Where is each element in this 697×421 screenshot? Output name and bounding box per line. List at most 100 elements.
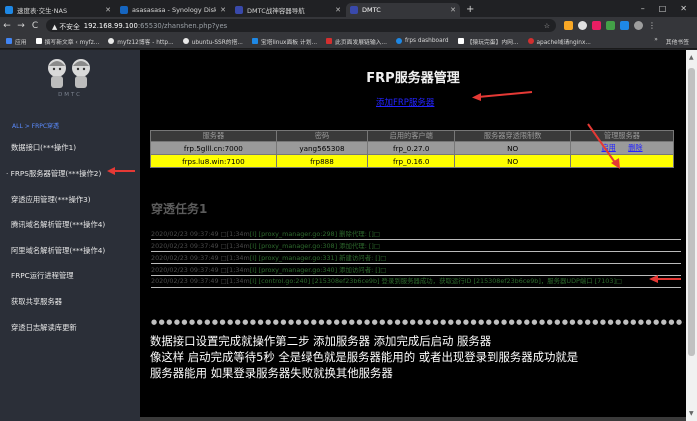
note-line: 服务器能用 如果登录服务器失败就换其他服务器 (150, 366, 393, 380)
extensions-area: ⋮ (564, 21, 656, 30)
bookmark-item[interactable]: myfz12博客 - http... (108, 37, 174, 46)
log-list: 2020/02/23 09:37:49 □[1;34m[I] [proxy_ma… (151, 228, 681, 288)
bookmark-item[interactable]: apache域请nginx... (527, 37, 591, 46)
tab-favicon-icon (235, 6, 243, 14)
note-line: 像这样 启动完成等待5秒 全是绿色就是服务器能用的 或者出现登录到服务器成功就是 (150, 350, 579, 364)
maximize-button[interactable]: □ (659, 4, 667, 13)
sidebar-item-frpc-process[interactable]: FRPC运行进程管理 (11, 271, 74, 281)
address-bar: ← → C ▲ 不安全 192.168.99.100:65530/zhanshe… (0, 17, 697, 34)
sidebar-item-data-api[interactable]: 数据接口(***操作1) (11, 143, 76, 153)
bookmark-item[interactable]: ubuntu-SSR的搭... (182, 37, 243, 46)
cell-server: frp.5glll.cn:7000 (150, 141, 277, 155)
profile-avatar[interactable] (634, 21, 643, 30)
tab-favicon-icon (350, 6, 358, 14)
col-header-client: 启用的客户端 (367, 130, 456, 142)
log-line-success: 2020/02/23 09:37:49 □[1;34m[I] [control.… (151, 276, 681, 288)
anime-logo-icon (48, 59, 90, 88)
page-content: DMTC ALL > FRPC穿透 数据接口(***操作1) · FRPS服务器… (0, 50, 697, 421)
tab-close-icon[interactable]: ✕ (220, 6, 226, 14)
bookmark-favicon-icon (527, 38, 534, 44)
main-panel: FRP服务器管理 添加FRP服务器 服务器 密码 启用的客户端 服务器穿透限制数… (140, 50, 686, 421)
cell-password: frp888 (275, 154, 369, 168)
sidebar-item-log-update[interactable]: 穿透日志解读库更新 (11, 323, 77, 333)
bookmark-item[interactable]: 应用 (6, 37, 27, 46)
breadcrumb[interactable]: ALL > FRPC穿透 (12, 121, 59, 130)
bottom-edge (140, 417, 686, 421)
other-bookmarks-folder[interactable]: 其他书签 (666, 37, 689, 46)
minimize-button[interactable]: – (641, 4, 645, 13)
bookmark-star-icon[interactable]: ☆ (544, 22, 550, 30)
browser-tab[interactable]: 速度表·交生·NAS ✕ (1, 3, 115, 17)
bookmark-item[interactable]: 【猿玩完蛋】内网... (457, 37, 519, 46)
bookmark-item[interactable]: 此页面发展链输入... (326, 37, 387, 46)
scroll-down-icon[interactable]: ▼ (689, 410, 694, 417)
sidebar-item-aliyun-dns[interactable]: 阿里域名解析管理(***操作4) (11, 246, 105, 256)
bookmarks-bar: 应用 撰写新文章 ‹ myfz... myfz12博客 - http... ub… (0, 34, 697, 49)
bookmark-favicon-icon (395, 38, 402, 44)
extension-icon[interactable] (578, 21, 587, 30)
browser-tab-active[interactable]: DMTC ✕ (346, 3, 460, 17)
menu-icon[interactable]: ⋮ (648, 21, 656, 30)
bookmark-favicon-icon (182, 38, 189, 44)
log-line: 2020/02/23 09:37:49 □[1;34m[I] [proxy_ma… (151, 228, 681, 240)
delete-server-link[interactable]: 删除 (628, 143, 642, 152)
log-line: 2020/02/23 09:37:49 □[1;34m[I] [proxy_ma… (151, 264, 681, 276)
cell-client: frp_0.16.0 (367, 154, 456, 168)
bookmark-item[interactable]: frps dashboard (395, 38, 449, 44)
bookmark-favicon-icon (326, 38, 333, 44)
url-input[interactable]: ▲ 不安全 192.168.99.100:65530/zhanshen.php?… (46, 19, 556, 32)
extension-icon[interactable] (606, 21, 615, 30)
bookmark-favicon-icon (108, 38, 115, 44)
log-line: 2020/02/23 09:37:49 □[1;34m[I] [proxy_ma… (151, 240, 681, 252)
annotation-arrow-icon (649, 275, 681, 283)
back-button[interactable]: ← (0, 21, 14, 31)
tasks-heading: 穿透任务1 (151, 202, 208, 216)
browser-tab-strip: 速度表·交生·NAS ✕ asasasasa - Synology DiskSt… (0, 0, 697, 17)
browser-tab[interactable]: DMTC战神容器导航 ✕ (231, 3, 345, 17)
tab-close-icon[interactable]: ✕ (105, 6, 111, 14)
close-window-button[interactable]: ✕ (680, 4, 687, 13)
sidebar-item-shared-servers[interactable]: 获取共享服务器 (11, 297, 62, 307)
page-scrollbar[interactable]: ▲ ▼ (686, 50, 697, 421)
note-line: 数据接口设置完成就操作第二步 添加服务器 添加完成后启动 服务器 (150, 334, 492, 348)
bookmark-favicon-icon (35, 38, 42, 44)
scrollbar-thumb[interactable] (688, 68, 695, 356)
sidebar-item-tunnel-apps[interactable]: 穿透应用管理(***操作3) (11, 195, 91, 205)
instruction-note: 数据接口设置完成就操作第二步 添加服务器 添加完成后启动 服务器 像这样 启动完… (150, 333, 680, 381)
bookmark-item[interactable]: 宝塔linux面板 计划... (251, 37, 317, 46)
dotted-divider: ●●●●●●●●●●●●●●●●●●●●●●●●●●●●●●●●●●●●●●●●… (151, 319, 684, 325)
reload-button[interactable]: C (28, 21, 42, 31)
browser-tab[interactable]: asasasasa - Synology DiskStati ✕ (116, 3, 230, 17)
tab-title: DMTC战神容器导航 (247, 7, 305, 15)
tab-close-icon[interactable]: ✕ (335, 6, 341, 14)
log-line: 2020/02/23 09:37:49 □[1;34m[I] [proxy_ma… (151, 252, 681, 264)
tab-close-icon[interactable]: ✕ (450, 6, 456, 14)
new-tab-button[interactable]: + (460, 3, 480, 17)
forward-button[interactable]: → (14, 21, 28, 31)
cell-client: frp_0.27.0 (367, 141, 456, 155)
tab-favicon-icon (5, 6, 13, 14)
cell-server: frps.lu8.win:7100 (150, 154, 277, 168)
tab-favicon-icon (120, 6, 128, 14)
url-text: 192.168.99.100:65530/zhanshen.php?yes (83, 21, 228, 30)
scroll-up-icon[interactable]: ▲ (689, 54, 694, 61)
add-server-link[interactable]: 添加FRP服务器 (376, 96, 434, 108)
tab-title: DMTC (362, 6, 381, 14)
annotation-arrow-icon (472, 91, 533, 101)
cell-limit: NO (454, 141, 572, 155)
extension-icon[interactable] (564, 21, 573, 30)
page-title: FRP服务器管理 (366, 71, 460, 86)
bookmark-favicon-icon (457, 38, 464, 44)
extension-icon[interactable] (620, 21, 629, 30)
bookmarks-more-button[interactable]: » (654, 37, 658, 46)
apps-icon (6, 38, 12, 44)
bookmark-favicon-icon (251, 38, 258, 44)
annotation-arrow-icon (107, 167, 135, 175)
sidebar-item-frps-manage[interactable]: · FRPS服务器管理(***操作2) (6, 169, 101, 179)
cell-password: yang565308 (275, 141, 369, 155)
sidebar-item-tencent-dns[interactable]: 腾讯域名解析管理(***操作4) (11, 220, 105, 230)
security-warning[interactable]: ▲ 不安全 (52, 21, 80, 31)
extension-icon[interactable] (592, 21, 601, 30)
annotation-arrow-icon (587, 123, 620, 169)
bookmark-item[interactable]: 撰写新文章 ‹ myfz... (35, 37, 99, 46)
